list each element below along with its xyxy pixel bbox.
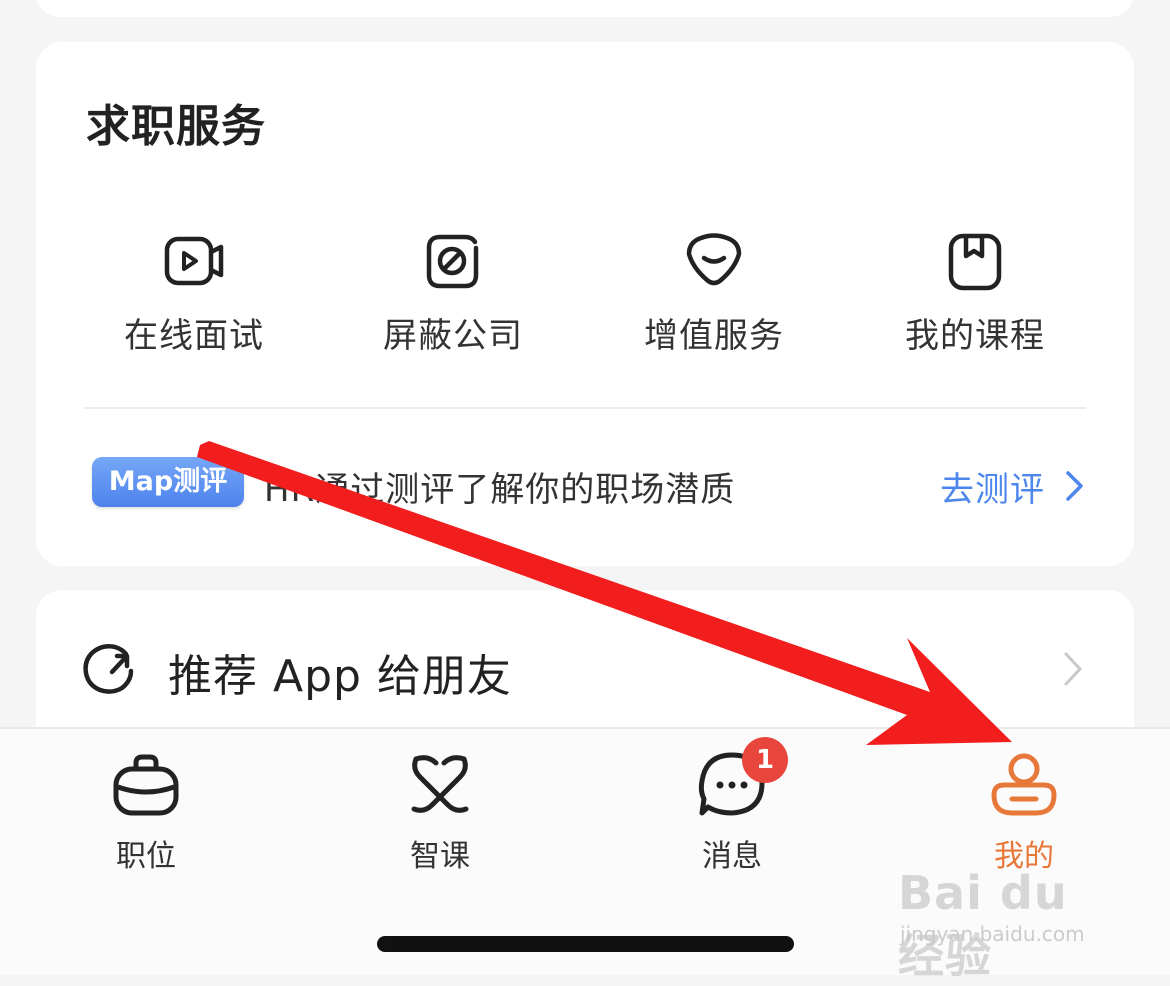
go-assessment-link[interactable]: 去测评 [940,462,1045,511]
service-label: 屏蔽公司 [383,316,523,356]
map-assessment-text: HR通过测评了解你的职场潜质 [264,470,736,510]
briefcase-icon [113,754,179,816]
tab-messages[interactable]: 消息 [642,749,822,875]
value-added-service-icon [686,233,742,286]
service-value-added[interactable]: 增值服务 [604,228,824,357]
previous-card [36,0,1134,17]
my-courses-icon [948,233,1002,291]
tab-jobs[interactable]: 职位 [56,749,236,875]
unread-badge: 1 [742,737,788,783]
service-my-courses[interactable]: 我的课程 [865,228,1085,357]
watermark-url: jingyan.baidu.com [900,922,1085,946]
home-indicator [377,936,794,952]
share-refresh-icon [83,644,134,694]
share-app-label[interactable]: 推荐 App 给朋友 [168,640,512,704]
tab-label: 消息 [702,839,762,874]
tab-label: 智课 [410,839,470,874]
service-label: 在线面试 [124,316,264,356]
chevron-right-icon[interactable] [1062,470,1088,502]
service-label: 增值服务 [644,316,784,356]
service-label: 我的课程 [905,316,1045,356]
service-block-company[interactable]: 屏蔽公司 [343,228,563,357]
tab-label: 职位 [116,839,176,874]
tab-profile[interactable]: 我的 [934,749,1114,875]
profile-icon [991,753,1057,816]
tab-courses[interactable]: 智课 [350,749,530,875]
watermark: Bai du 经验 jingyan.baidu.com [898,866,1108,983]
course-knot-icon [411,755,469,813]
chevron-right-icon[interactable] [1060,650,1086,688]
map-assessment-badge: Map测评 [92,457,244,507]
section-title: 求职服务 [86,101,266,152]
divider [84,407,1086,409]
block-company-icon [426,234,479,289]
video-interview-icon [164,236,224,286]
service-online-interview[interactable]: 在线面试 [84,228,304,357]
